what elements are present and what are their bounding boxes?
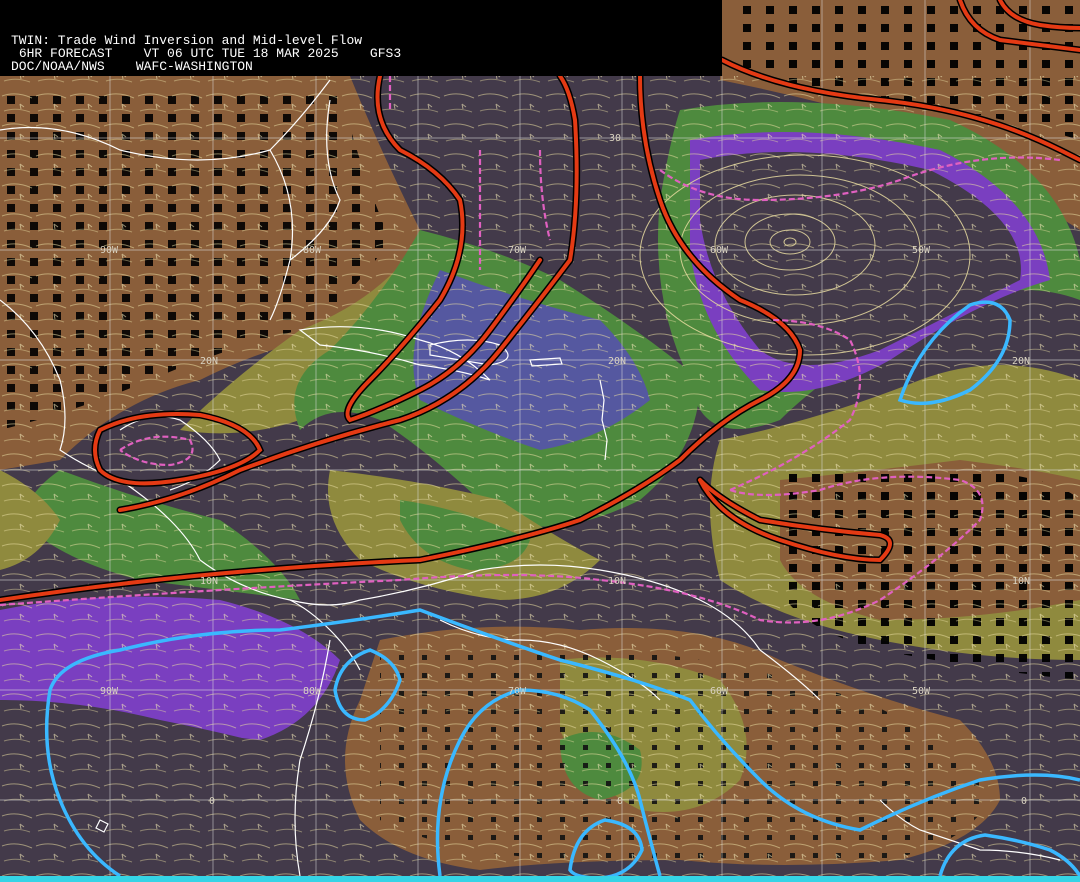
lat-label-0-center: 0 [617,796,623,807]
lon-label-70w-top: 70W [508,245,527,256]
center-name: WAFC-WASHINGTON [135,59,253,74]
agency-name: DOC/NOAA/NWS [11,59,105,74]
lon-label-50w-bottom: 50W [912,686,931,697]
lon-label-80w-bottom: 80W [303,686,322,697]
lon-label-70w-bottom: 70W [508,686,527,697]
lat-label-20n-west: 20N [200,356,218,367]
lat-label-10n-east: 10N [1012,576,1030,587]
lat-label-10n-west: 10N [200,576,218,587]
title-block: TWIN: Trade Wind Inversion and Mid-level… [0,0,722,76]
agency-line: DOC/NOAA/NWS WAFC-WASHINGTON [11,59,253,74]
lat-label-30: 30 [609,133,621,144]
lon-label-90w-bottom: 90W [100,686,119,697]
lon-label-90w-top: 90W [100,245,119,256]
lat-label-20n-east: 20N [1012,356,1030,367]
lat-label-10n-center: 10N [608,576,626,587]
lon-label-60w-bottom: 60W [710,686,729,697]
lon-label-60w-top: 60W [710,245,729,256]
map-canvas: 90W 80W 70W 60W 50W 90W 80W 70W 60W 50W … [0,0,1080,882]
lat-label-0-west: 0 [209,796,215,807]
lon-label-50w-top: 50W [912,245,931,256]
lat-label-0-east: 0 [1021,796,1027,807]
map-figure: 90W 80W 70W 60W 50W 90W 80W 70W 60W 50W … [0,0,1080,882]
model-name: GFS3 [369,46,402,61]
bottom-border-strip [0,876,1080,882]
lon-label-80w-top: 80W [303,245,322,256]
lat-label-20n-center: 20N [608,356,626,367]
